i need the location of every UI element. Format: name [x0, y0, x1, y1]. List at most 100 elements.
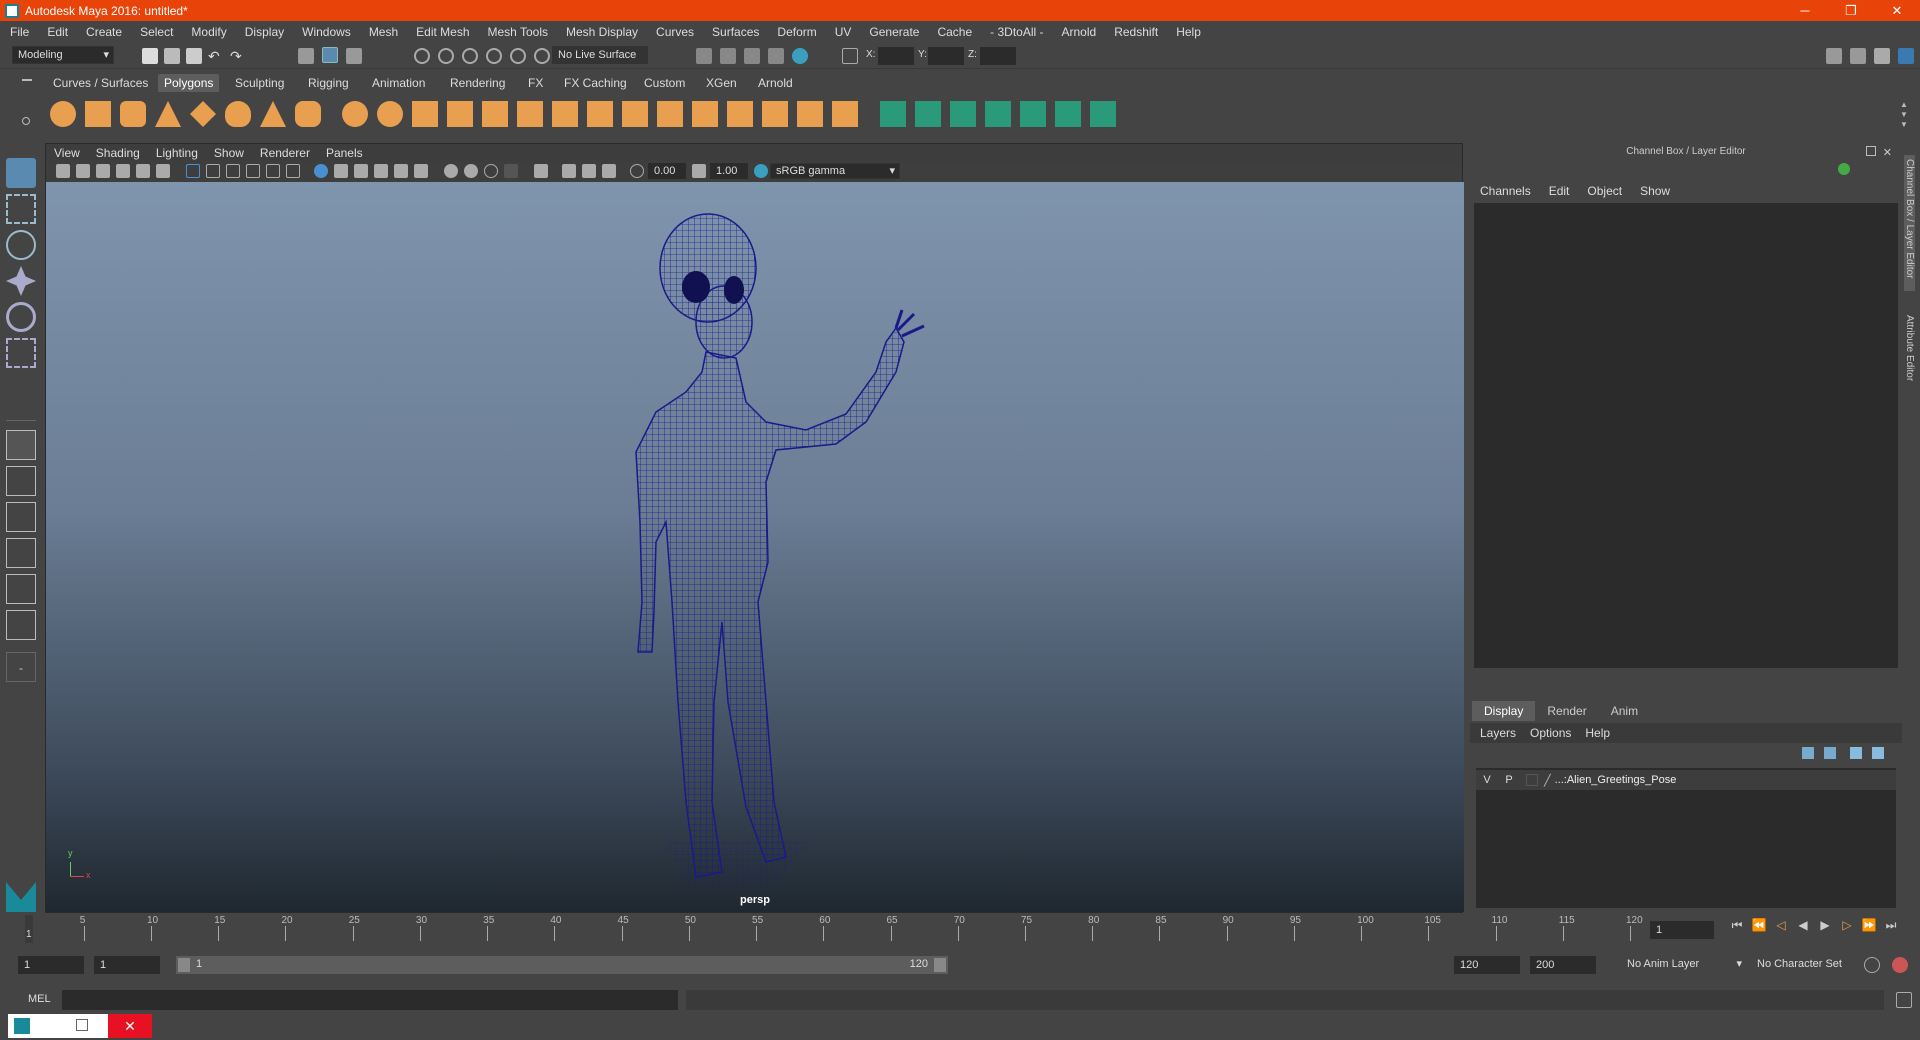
select-camera-icon[interactable]	[56, 164, 70, 178]
minimize-icon[interactable]: ─	[1782, 0, 1828, 21]
layer-name[interactable]: ...:Alien_Greetings_Pose	[1555, 774, 1677, 786]
fill-hole-icon[interactable]	[657, 101, 683, 127]
step-forward-frame-icon[interactable]: ▷	[1836, 916, 1858, 934]
play-forwards-icon[interactable]: ▶	[1814, 916, 1836, 934]
led-menu-help[interactable]: Help	[1585, 726, 1610, 740]
playback-end-field[interactable]: 120	[1454, 956, 1520, 974]
vp-menu-view[interactable]: View	[54, 146, 80, 160]
vp-menu-show[interactable]: Show	[214, 146, 244, 160]
move-layer-up-icon[interactable]	[1802, 747, 1814, 759]
shelf-tab-rigging[interactable]: Rigging	[302, 74, 355, 92]
current-frame-indicator[interactable]: 1	[25, 915, 33, 943]
y-field[interactable]	[928, 47, 964, 65]
merge-icon[interactable]	[832, 101, 858, 127]
safe-title-icon[interactable]	[286, 164, 300, 178]
menu-modify[interactable]: Modify	[191, 25, 226, 39]
side-tab-channel-box[interactable]: Channel Box / Layer Editor	[1904, 155, 1915, 291]
shelf-tab-fx-caching[interactable]: FX Caching	[558, 74, 633, 92]
cb-menu-channels[interactable]: Channels	[1480, 184, 1531, 198]
layer-visibility-toggle[interactable]: V	[1476, 774, 1498, 786]
end-time-field[interactable]: 200	[1530, 956, 1596, 974]
key-selected-icon[interactable]	[1838, 163, 1850, 175]
range-start-handle[interactable]	[178, 958, 190, 972]
select-object-icon[interactable]	[322, 47, 338, 63]
snap-surface-icon[interactable]	[510, 48, 526, 64]
select-component-icon[interactable]	[346, 48, 362, 64]
color-management-icon[interactable]	[754, 164, 768, 178]
attribute-editor-icon[interactable]	[1850, 48, 1866, 64]
step-back-frame-icon[interactable]: ◁	[1770, 916, 1792, 934]
paint-select-tool-icon[interactable]	[6, 230, 36, 260]
snap-live-icon[interactable]	[534, 48, 550, 64]
render-view-icon[interactable]	[696, 48, 712, 64]
vp-menu-renderer[interactable]: Renderer	[260, 146, 310, 160]
spherical-uv-icon[interactable]	[950, 101, 976, 127]
select-tool-icon[interactable]	[6, 158, 36, 188]
range-slider[interactable]: 1 120	[176, 956, 948, 974]
maximize-window-icon[interactable]	[76, 1019, 88, 1031]
snap-view-icon[interactable]	[486, 48, 502, 64]
live-surface-field[interactable]: No Live Surface	[552, 46, 648, 64]
extrude-icon[interactable]	[552, 101, 578, 127]
menu-create[interactable]: Create	[86, 25, 122, 39]
move-tool-icon[interactable]	[6, 266, 36, 296]
menu-mesh-display[interactable]: Mesh Display	[566, 25, 638, 39]
shelf-tab-fx[interactable]: FX	[522, 74, 549, 92]
character-set-dropdown[interactable]: No Character Set	[1752, 956, 1880, 974]
combine-icon[interactable]	[342, 101, 368, 127]
shelf-tab-rendering[interactable]: Rendering	[444, 74, 511, 92]
auto-key-icon[interactable]	[1864, 957, 1880, 973]
menu-mesh-tools[interactable]: Mesh Tools	[488, 25, 548, 39]
layer-color-swatch[interactable]	[1526, 774, 1538, 786]
bridge-icon[interactable]	[622, 101, 648, 127]
viewport-scene[interactable]: y x persp	[46, 182, 1464, 912]
restore-icon[interactable]: ❐	[1828, 0, 1874, 21]
uv-editor-icon[interactable]	[1055, 101, 1081, 127]
menu-set-dropdown[interactable]: Modeling ▾	[12, 46, 114, 64]
wireframe-shading-icon[interactable]	[314, 164, 328, 178]
modeling-toolkit-icon[interactable]	[1826, 48, 1842, 64]
render-current-icon[interactable]	[720, 48, 736, 64]
shelf-tab-xgen[interactable]: XGen	[700, 74, 743, 92]
channel-box-icon[interactable]	[1898, 48, 1914, 64]
separate-icon[interactable]	[377, 101, 403, 127]
single-perspective-layout-icon[interactable]	[6, 430, 36, 460]
transform-mode-icon[interactable]	[842, 48, 858, 64]
poly-pipe-icon[interactable]	[295, 101, 321, 127]
gamma-field[interactable]: 1.00	[710, 163, 748, 179]
smooth-shade-icon[interactable]	[334, 164, 348, 178]
persp-outliner-layout-icon[interactable]	[6, 574, 36, 604]
exposure-icon[interactable]	[630, 164, 644, 178]
new-layer-selected-icon[interactable]	[1872, 747, 1884, 759]
safe-action-icon[interactable]	[266, 164, 280, 178]
planar-uv-icon[interactable]	[880, 101, 906, 127]
depth-of-field-icon[interactable]	[504, 164, 518, 178]
shelf-tab-sculpting[interactable]: Sculpting	[229, 74, 290, 92]
menu-display[interactable]: Display	[245, 25, 284, 39]
save-scene-icon[interactable]	[186, 48, 202, 64]
xray-joints-icon[interactable]	[602, 164, 616, 178]
side-tab-attribute-editor[interactable]: Attribute Editor	[1904, 311, 1915, 401]
shelf-tab-polygons[interactable]: Polygons	[158, 74, 220, 92]
four-view-layout-icon[interactable]	[6, 466, 36, 496]
go-to-start-icon[interactable]: ⏮	[1726, 916, 1748, 934]
smooth-icon[interactable]	[447, 101, 473, 127]
exposure-field[interactable]: 0.00	[648, 163, 686, 179]
script-editor-icon[interactable]	[1896, 992, 1912, 1008]
persp-graph-layout-icon[interactable]	[6, 538, 36, 568]
go-to-end-icon[interactable]: ⏭	[1880, 916, 1902, 934]
wireframe-on-shaded-icon[interactable]	[354, 164, 368, 178]
menu-deform[interactable]: Deform	[777, 25, 816, 39]
mel-input[interactable]	[62, 990, 678, 1010]
shelf-tab-animation[interactable]: Animation	[366, 74, 431, 92]
channel-box-area[interactable]	[1474, 203, 1898, 668]
film-gate-icon[interactable]	[156, 164, 170, 178]
cb-menu-show[interactable]: Show	[1640, 184, 1670, 198]
xray-active-icon[interactable]	[582, 164, 596, 178]
redo-icon[interactable]: ↷	[230, 48, 246, 64]
mel-label[interactable]: MEL	[28, 993, 51, 1005]
snap-grid-icon[interactable]	[414, 48, 430, 64]
side-by-side-layout-icon[interactable]	[6, 502, 36, 532]
vp-menu-shading[interactable]: Shading	[96, 146, 140, 160]
shelf-menu-icon[interactable]	[22, 79, 32, 81]
